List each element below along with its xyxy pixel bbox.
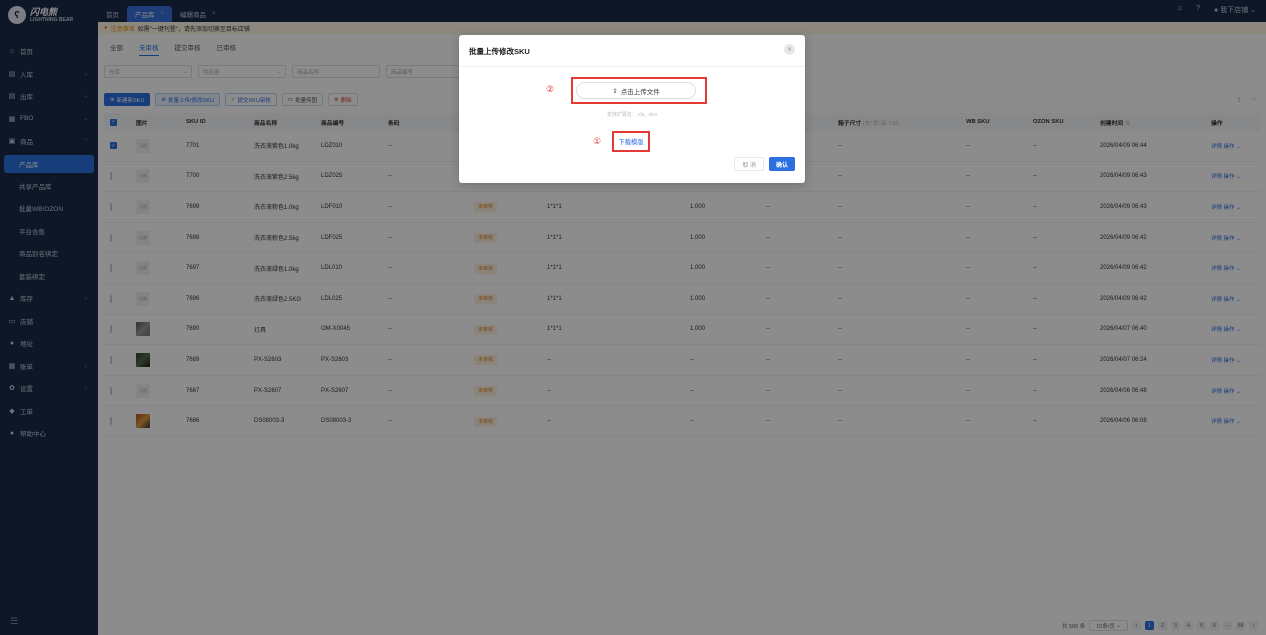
upload-file-button[interactable]: ⇪ 点击上传文件 <box>576 82 696 99</box>
upload-label: 点击上传文件 <box>620 88 660 96</box>
upload-highlight: ⇪ 点击上传文件 <box>571 77 707 104</box>
batch-upload-modal: 批量上传修改SKU ✕ ② ⇪ 点击上传文件 支持扩展名：.xls, .xlsx… <box>459 35 805 183</box>
cancel-button[interactable]: 取 消 <box>734 157 764 171</box>
cloud-upload-icon: ⇪ <box>612 87 618 95</box>
modal-footer: 取 消 确认 <box>734 157 795 171</box>
step-marker-upload: ② <box>546 84 555 94</box>
upload-hint: 支持扩展名：.xls, .xlsx <box>606 112 658 118</box>
close-icon[interactable]: ✕ <box>784 44 795 55</box>
modal-title: 批量上传修改SKU <box>469 47 530 56</box>
download-template-link[interactable]: 下载模版 <box>618 137 643 146</box>
step-marker-download: ① <box>593 136 602 146</box>
confirm-button[interactable]: 确认 <box>768 157 795 171</box>
download-highlight: 下载模版 <box>612 131 650 152</box>
modal-divider <box>459 66 805 67</box>
